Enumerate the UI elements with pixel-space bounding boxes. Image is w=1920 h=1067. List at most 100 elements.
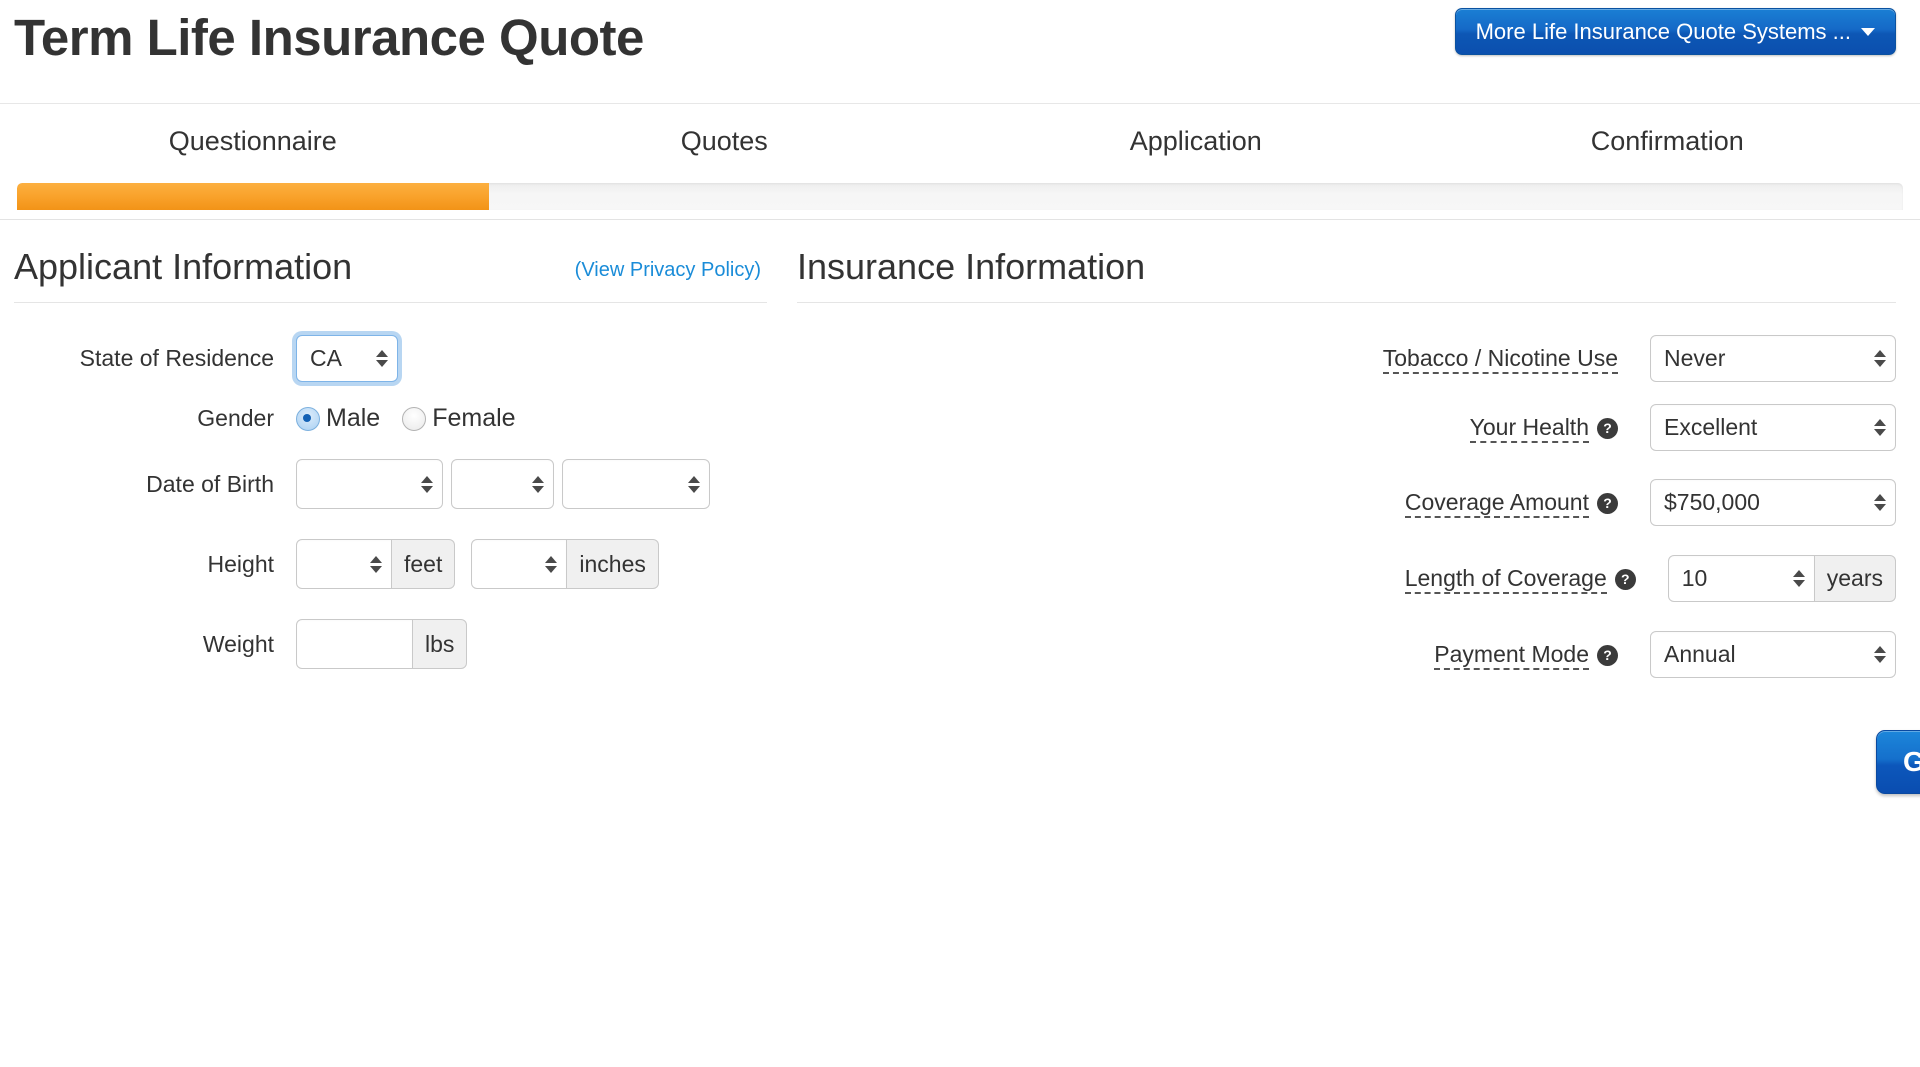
coverage-amount-label: Coverage Amount?	[797, 489, 1650, 518]
height-feet-addon: feet	[392, 539, 456, 589]
payment-mode-field: Annual	[1650, 631, 1896, 678]
step-questionnaire[interactable]: Questionnaire	[17, 126, 489, 157]
progress-fill	[17, 183, 489, 210]
your-health-row: Your Health? Excellent	[797, 404, 1896, 451]
your-health-field: Excellent	[1650, 404, 1896, 451]
your-health-label-text: Your Health	[1469, 414, 1589, 443]
stepper-arrows-icon[interactable]	[1792, 566, 1806, 592]
dob-month-select[interactable]	[296, 459, 443, 509]
help-icon[interactable]: ?	[1614, 569, 1636, 590]
height-inches-addon: inches	[567, 539, 659, 589]
date-of-birth-row: Date of Birth	[14, 459, 767, 509]
your-health-label: Your Health?	[797, 414, 1650, 443]
payment-mode-label: Payment Mode?	[797, 641, 1650, 670]
insurance-section-title: Insurance Information	[797, 246, 1146, 287]
height-feet-select[interactable]	[296, 539, 392, 589]
date-of-birth-field	[296, 459, 710, 509]
stepper-arrows-icon[interactable]	[369, 551, 383, 577]
step-application[interactable]: Application	[960, 126, 1432, 157]
insurance-fields: Tobacco / Nicotine Use Never Your Health…	[797, 303, 1920, 794]
gender-label-female[interactable]: Female	[432, 404, 515, 433]
insurance-section-header: Insurance Information	[797, 220, 1896, 303]
gender-label: Gender	[197, 405, 274, 431]
state-of-residence-select[interactable]: CA	[296, 335, 398, 382]
help-icon[interactable]: ?	[1597, 645, 1618, 666]
stepper-arrows-icon[interactable]	[1873, 642, 1887, 668]
height-field: feet inches	[296, 539, 659, 589]
tobacco-use-row: Tobacco / Nicotine Use Never	[797, 335, 1896, 382]
stepper-arrows-icon[interactable]	[1873, 415, 1887, 441]
stepper-arrows-icon[interactable]	[1873, 490, 1887, 516]
applicant-section-title: Applicant Information	[14, 246, 353, 287]
gender-row: Gender Male Female	[14, 404, 767, 433]
tobacco-use-label: Tobacco / Nicotine Use	[797, 345, 1650, 374]
gender-radio-male[interactable]	[296, 406, 320, 431]
coverage-amount-field: $750,000	[1650, 479, 1896, 526]
length-of-coverage-label: Length of Coverage?	[797, 565, 1668, 594]
chevron-down-icon	[1861, 27, 1875, 36]
height-row: Height feet inches	[14, 539, 767, 589]
payment-mode-value: Annual	[1664, 641, 1736, 667]
form-columns: Applicant Information (View Privacy Poli…	[0, 220, 1920, 794]
gender-label-male[interactable]: Male	[326, 404, 380, 433]
state-of-residence-field: CA	[296, 335, 398, 382]
payment-mode-select[interactable]: Annual	[1650, 631, 1896, 678]
help-icon[interactable]: ?	[1597, 418, 1618, 439]
applicant-section-header: Applicant Information (View Privacy Poli…	[14, 220, 767, 303]
dob-day-select[interactable]	[451, 459, 554, 509]
view-privacy-policy-link[interactable]: (View Privacy Policy)	[575, 259, 761, 282]
payment-mode-label-text: Payment Mode	[1434, 641, 1589, 670]
stepper-arrows-icon[interactable]	[375, 346, 389, 372]
payment-mode-row: Payment Mode? Annual	[797, 631, 1896, 678]
applicant-fields: State of Residence CA Gender Male Female	[14, 303, 767, 669]
coverage-amount-select[interactable]: $750,000	[1650, 479, 1896, 526]
state-of-residence-label: State of Residence	[79, 345, 274, 371]
get-quotes-button[interactable]: Get Quotes »	[1876, 730, 1920, 794]
weight-field: lbs	[296, 619, 468, 669]
length-of-coverage-field: 10 years	[1667, 555, 1896, 602]
more-quote-systems-label: More Life Insurance Quote Systems ...	[1475, 18, 1851, 44]
page-title: Term Life Insurance Quote	[14, 9, 644, 66]
weight-label: Weight	[202, 630, 274, 657]
tobacco-use-field: Never	[1650, 335, 1896, 382]
progress-track	[17, 183, 1903, 210]
step-confirmation[interactable]: Confirmation	[1432, 126, 1904, 157]
stepper-arrows-icon[interactable]	[544, 551, 558, 577]
length-of-coverage-row: Length of Coverage? 10 years	[797, 555, 1896, 602]
tobacco-use-value: Never	[1664, 345, 1726, 371]
step-label-list: Questionnaire Quotes Application Confirm…	[17, 126, 1903, 157]
weight-addon: lbs	[413, 619, 468, 669]
stepper-arrows-icon[interactable]	[420, 471, 434, 497]
length-of-coverage-addon: years	[1814, 555, 1896, 602]
gender-radio-female[interactable]	[402, 406, 427, 431]
insurance-information-column: Insurance Information Tobacco / Nicotine…	[797, 220, 1920, 794]
page-header: Term Life Insurance Quote More Life Insu…	[0, 0, 1920, 104]
more-quote-systems-button[interactable]: More Life Insurance Quote Systems ...	[1454, 8, 1896, 55]
help-icon[interactable]: ?	[1597, 493, 1618, 514]
coverage-amount-value: $750,000	[1664, 489, 1760, 515]
date-of-birth-label: Date of Birth	[146, 470, 274, 497]
weight-row: Weight lbs	[14, 619, 767, 669]
coverage-amount-label-text: Coverage Amount	[1404, 489, 1589, 518]
gender-radio-group: Male Female	[296, 404, 532, 433]
stepper-arrows-icon[interactable]	[687, 471, 701, 497]
length-of-coverage-label-text: Length of Coverage	[1404, 565, 1607, 594]
state-of-residence-value: CA	[310, 345, 342, 371]
progress-steps: Questionnaire Quotes Application Confirm…	[0, 104, 1920, 220]
step-quotes[interactable]: Quotes	[489, 126, 961, 157]
length-of-coverage-value: 10	[1681, 565, 1708, 591]
your-health-select[interactable]: Excellent	[1650, 404, 1896, 451]
length-of-coverage-select[interactable]: 10	[1667, 555, 1815, 602]
tobacco-use-select[interactable]: Never	[1650, 335, 1896, 382]
stepper-arrows-icon[interactable]	[531, 471, 545, 497]
your-health-value: Excellent	[1664, 414, 1758, 440]
applicant-information-column: Applicant Information (View Privacy Poli…	[0, 220, 797, 794]
height-label: Height	[207, 550, 274, 577]
dob-year-select[interactable]	[562, 459, 710, 509]
height-inches-select[interactable]	[471, 539, 568, 589]
get-quotes-row: Get Quotes »	[797, 730, 1920, 794]
state-of-residence-row: State of Residence CA	[14, 335, 767, 382]
coverage-amount-row: Coverage Amount? $750,000	[797, 479, 1896, 526]
stepper-arrows-icon[interactable]	[1873, 346, 1887, 372]
weight-input[interactable]	[296, 619, 413, 669]
